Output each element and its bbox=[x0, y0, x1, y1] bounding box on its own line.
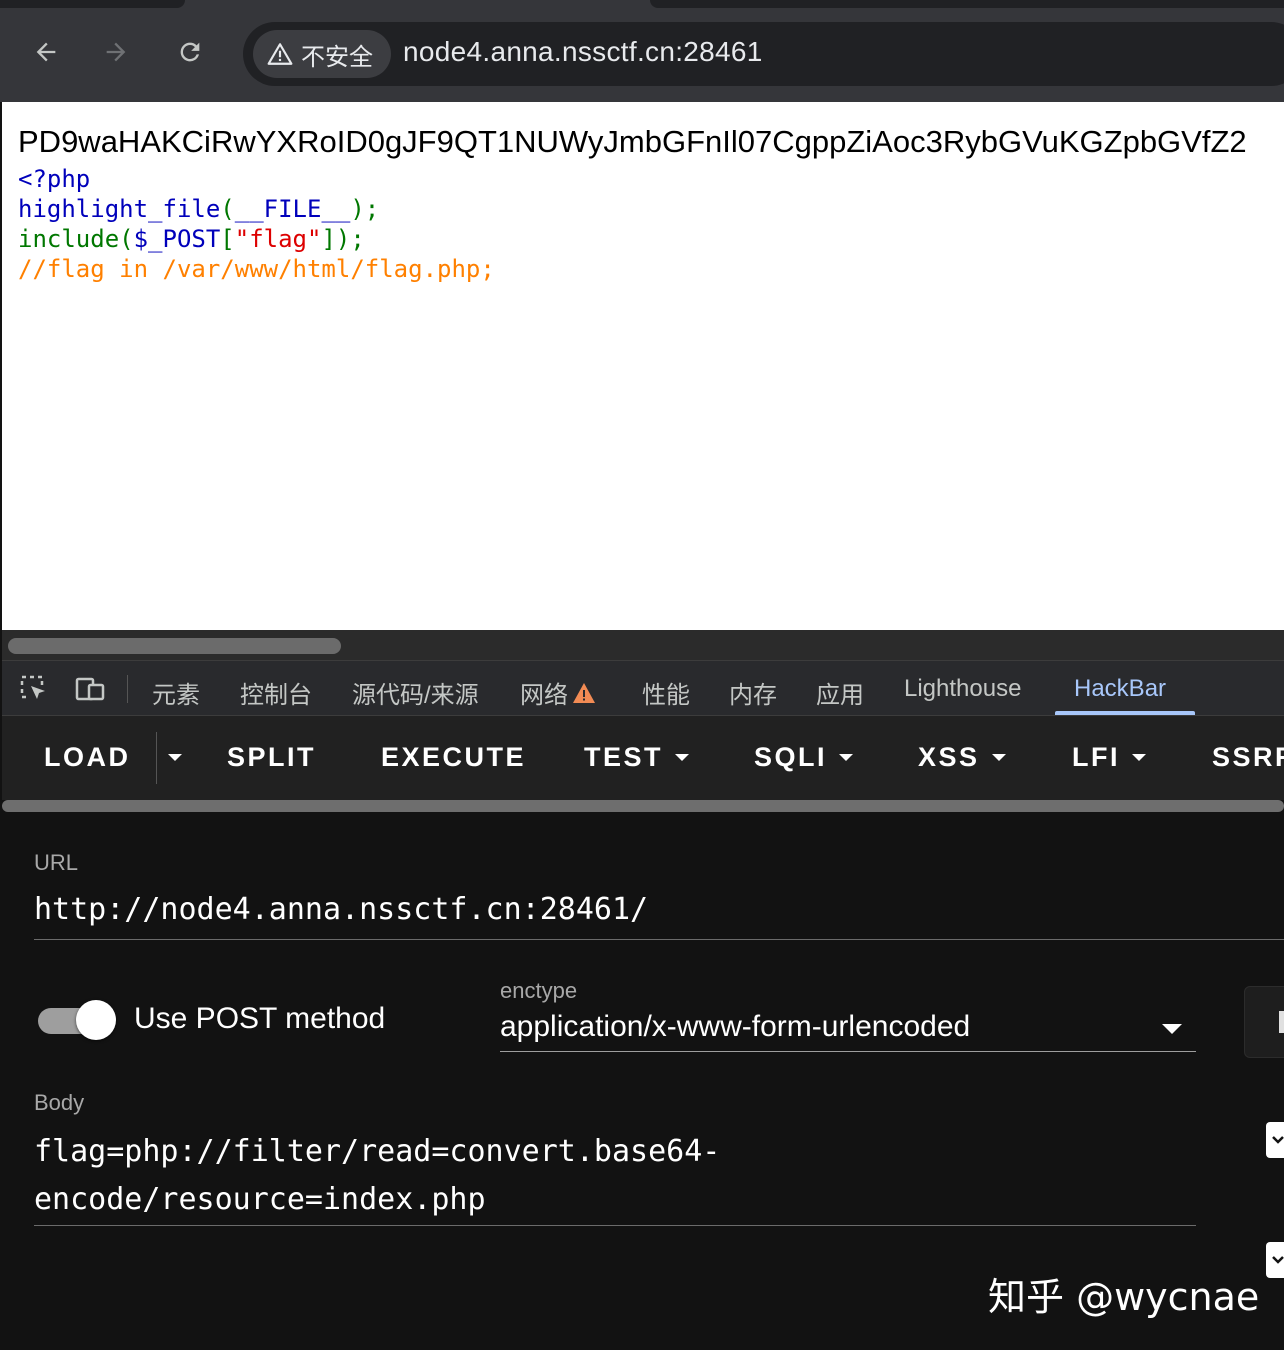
page-viewport: PD9waHAKCiRwYXRoID0gJF9QT1NUWyJmbGFnIl07… bbox=[2, 102, 1284, 630]
test-menu-button[interactable]: TEST bbox=[584, 742, 690, 773]
body-label: Body bbox=[34, 1090, 85, 1115]
horizontal-scrollbar[interactable] bbox=[2, 630, 1284, 660]
tab-strip-right bbox=[650, 0, 1284, 8]
xss-label: XSS bbox=[918, 742, 980, 772]
enctype-select[interactable]: application/x-www-form-urlencoded bbox=[500, 1010, 1196, 1052]
lfi-menu-button[interactable]: LFI bbox=[1072, 742, 1146, 773]
chevron-down-icon bbox=[1162, 1024, 1182, 1034]
load-label: LOAD bbox=[44, 742, 131, 772]
tab-lighthouse-label: Lighthouse bbox=[904, 675, 1022, 702]
code-bracket-close: ]); bbox=[321, 225, 365, 253]
warning-triangle-icon bbox=[267, 43, 293, 65]
chevron-down-icon bbox=[675, 754, 690, 761]
address-bar[interactable]: 不安全 node4.anna.nssctf.cn:28461 bbox=[243, 22, 1284, 86]
split-label: SPLIT bbox=[227, 742, 317, 772]
code-fn-highlight-file: highlight_file bbox=[18, 195, 221, 223]
chevron-down-icon bbox=[168, 754, 182, 761]
address-text[interactable]: node4.anna.nssctf.cn:28461 bbox=[403, 36, 763, 68]
code-comment: //flag in /var/www/html/flag.php; bbox=[18, 255, 495, 283]
tab-strip-left bbox=[0, 0, 185, 8]
tab-hackbar[interactable]: HackBar bbox=[1074, 675, 1166, 703]
enctype-label: enctype bbox=[500, 978, 578, 1003]
side-action-icon bbox=[1279, 1011, 1284, 1033]
body-expand-button[interactable] bbox=[1266, 1122, 1284, 1158]
chevron-down-icon bbox=[1272, 1136, 1284, 1144]
tab-elements[interactable]: 元素 bbox=[152, 675, 200, 710]
code-paren-open: ( bbox=[220, 195, 235, 223]
php-source-code: <?php highlight_file(__FILE__); include(… bbox=[18, 164, 495, 284]
hackbar-toolbar: LOAD SPLIT EXECUTE TEST SQLI XSS LFI SSR… bbox=[2, 716, 1284, 800]
execute-button[interactable]: EXECUTE bbox=[381, 742, 526, 773]
code-string-flag: "flag" bbox=[234, 225, 322, 253]
tab-elements-label: 元素 bbox=[152, 682, 200, 709]
security-chip[interactable]: 不安全 bbox=[253, 30, 391, 78]
tab-memory-label: 内存 bbox=[729, 682, 777, 709]
url-label: URL bbox=[34, 850, 79, 875]
chevron-down-icon bbox=[1132, 754, 1146, 761]
tab-memory[interactable]: 内存 bbox=[729, 675, 777, 710]
hackbar-panel: URL http://node4.anna.nssctf.cn:28461/ U… bbox=[2, 812, 1284, 1350]
tab-application-label: 应用 bbox=[816, 682, 864, 709]
tab-sources[interactable]: 源代码/来源 bbox=[352, 675, 479, 710]
toolbar-scrollbar-thumb[interactable] bbox=[2, 800, 1284, 812]
reload-icon bbox=[180, 42, 200, 62]
active-tab-indicator bbox=[1055, 711, 1195, 715]
sqli-menu-button[interactable]: SQLI bbox=[754, 742, 854, 773]
devtools-tabbar: 元素 控制台 源代码/来源 网络 性能 内存 应用 Lighthouse Hac… bbox=[2, 660, 1284, 716]
inspect-element-icon[interactable] bbox=[18, 673, 50, 705]
code-const-file: __FILE__ bbox=[234, 195, 351, 223]
zhihu-watermark: 知乎 @wycnae bbox=[988, 1275, 1260, 1319]
url-input[interactable]: http://node4.anna.nssctf.cn:28461/ bbox=[34, 892, 1284, 940]
side-action-button[interactable] bbox=[1244, 986, 1284, 1058]
back-icon bbox=[36, 42, 56, 62]
post-method-label[interactable]: Use POST method bbox=[134, 1002, 385, 1036]
ssrf-menu-button[interactable]: SSRF bbox=[1212, 742, 1284, 773]
tab-network[interactable]: 网络 bbox=[520, 675, 596, 710]
ssrf-label: SSRF bbox=[1212, 742, 1284, 772]
load-split-divider bbox=[156, 732, 157, 784]
toggle-knob bbox=[76, 1000, 116, 1040]
tab-sources-label: 源代码/来源 bbox=[352, 682, 479, 709]
code-var-post: $_POST bbox=[133, 225, 221, 253]
load-button[interactable]: LOAD bbox=[44, 742, 131, 773]
network-warning-icon bbox=[573, 682, 595, 703]
base64-output: PD9waHAKCiRwYXRoID0gJF9QT1NUWyJmbGFnIl07… bbox=[18, 124, 1247, 159]
device-toolbar-icon[interactable] bbox=[74, 673, 106, 705]
reload-button[interactable] bbox=[170, 32, 210, 72]
enctype-value: application/x-www-form-urlencoded bbox=[500, 1010, 971, 1043]
code-paren-close: ); bbox=[350, 195, 380, 223]
tab-console[interactable]: 控制台 bbox=[240, 675, 312, 710]
chevron-down-icon bbox=[991, 754, 1006, 761]
browser-toolbar: 不安全 node4.anna.nssctf.cn:28461 bbox=[0, 0, 1284, 102]
chevron-down-icon bbox=[839, 754, 854, 761]
tab-lighthouse[interactable]: Lighthouse bbox=[904, 675, 1021, 703]
lfi-label: LFI bbox=[1072, 742, 1120, 772]
extra-expand-button[interactable] bbox=[1266, 1242, 1284, 1278]
tab-console-label: 控制台 bbox=[240, 682, 312, 709]
tab-application[interactable]: 应用 bbox=[816, 675, 864, 710]
toolbar-scrollbar[interactable] bbox=[2, 800, 1284, 812]
forward-icon bbox=[106, 42, 126, 62]
test-label: TEST bbox=[584, 742, 664, 772]
sqli-label: SQLI bbox=[754, 742, 828, 772]
code-line-php-open: <?php bbox=[18, 165, 91, 193]
code-bracket-open: [ bbox=[220, 225, 235, 253]
tab-performance-label: 性能 bbox=[642, 682, 690, 709]
chevron-down-icon bbox=[1272, 1256, 1284, 1264]
back-button[interactable] bbox=[26, 32, 66, 72]
scrollbar-thumb[interactable] bbox=[8, 638, 341, 654]
forward-button[interactable] bbox=[96, 32, 136, 72]
split-button[interactable]: SPLIT bbox=[227, 742, 316, 773]
devtools-separator bbox=[127, 675, 128, 703]
security-label: 不安全 bbox=[301, 43, 373, 71]
tab-performance[interactable]: 性能 bbox=[642, 675, 690, 710]
tab-network-label: 网络 bbox=[520, 682, 568, 709]
post-method-toggle[interactable] bbox=[38, 1000, 118, 1040]
execute-label: EXECUTE bbox=[381, 742, 527, 772]
tab-hackbar-label: HackBar bbox=[1074, 675, 1167, 702]
load-dropdown-button[interactable] bbox=[168, 754, 182, 761]
code-fn-include: include( bbox=[18, 225, 134, 253]
xss-menu-button[interactable]: XSS bbox=[918, 742, 1006, 773]
body-textarea[interactable]: flag=php://filter/read=convert.base64- e… bbox=[34, 1128, 1196, 1226]
